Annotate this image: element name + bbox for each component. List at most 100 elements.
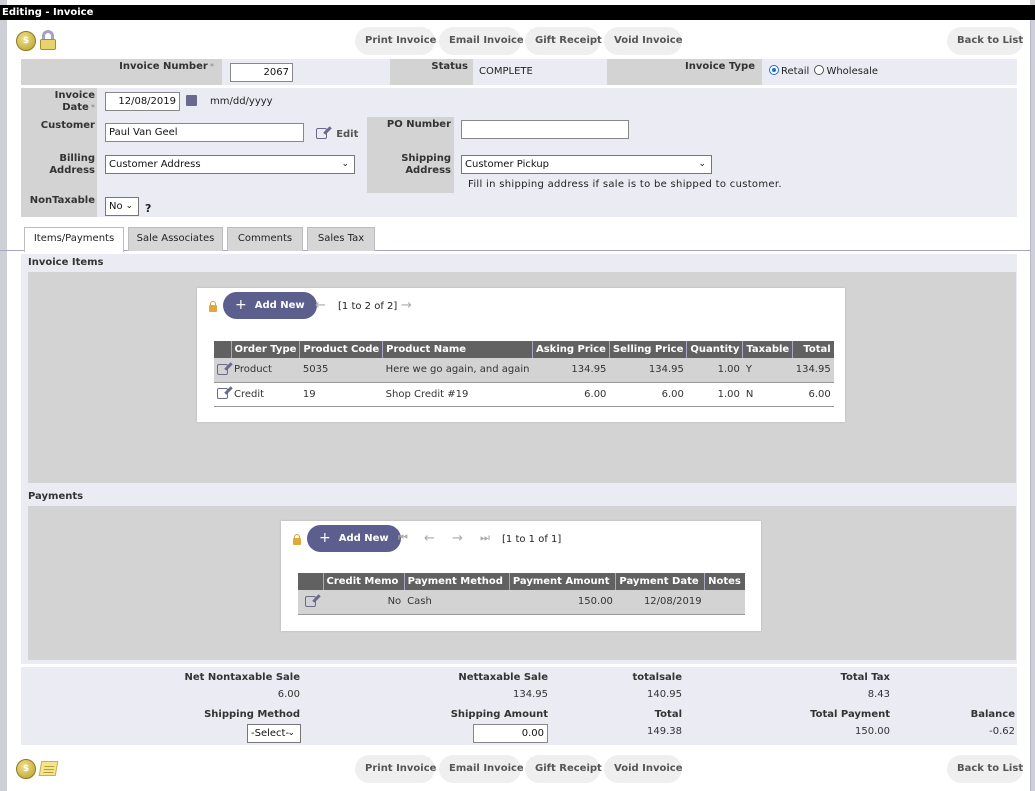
column-header[interactable]: Asking Price xyxy=(531,341,610,358)
customer-label: Customer xyxy=(40,120,95,131)
table-header-row: Credit Memo Payment Method Payment Amoun… xyxy=(298,573,745,590)
column-header[interactable]: Order Type xyxy=(230,341,300,358)
total-label: Total xyxy=(654,709,682,720)
tab-sales-tax[interactable]: Sales Tax xyxy=(307,227,375,251)
email-invoice-button-bottom[interactable]: Email Invoice xyxy=(439,755,524,783)
nontaxable-select[interactable]: No ⌄ xyxy=(105,197,139,216)
shipping-method-label: Shipping Method xyxy=(204,709,300,720)
total-value: 149.38 xyxy=(647,726,682,737)
edit-row-icon[interactable] xyxy=(217,388,228,399)
edit-row-icon[interactable] xyxy=(305,595,316,607)
cell-payment-date: 12/08/2019 xyxy=(615,590,705,615)
notes-icon[interactable] xyxy=(38,761,59,776)
radio-selected-icon[interactable] xyxy=(769,65,779,75)
refresh-coin-icon[interactable]: $ xyxy=(16,31,36,51)
help-icon[interactable]: ? xyxy=(145,202,151,215)
calendar-icon[interactable] xyxy=(186,95,197,106)
column-header[interactable]: Payment Method xyxy=(403,573,510,590)
prev-page-icon[interactable]: ← xyxy=(315,298,326,313)
shipping-amount-input[interactable]: 0.00 xyxy=(473,724,548,743)
invoice-number-input[interactable]: 2067 xyxy=(230,63,293,82)
radio-retail-label: Retail xyxy=(781,66,810,77)
required-marker: * xyxy=(90,103,95,112)
tab-comments[interactable]: Comments xyxy=(227,227,303,251)
print-invoice-button-bottom[interactable]: Print Invoice xyxy=(355,755,436,783)
window-title: Editing - Invoice xyxy=(0,5,1035,20)
tab-sale-associates[interactable]: Sale Associates xyxy=(128,227,223,251)
invoice-items-table: Order Type Product Code Product Name Ask… xyxy=(214,341,834,407)
add-payment-button[interactable]: + Add New xyxy=(307,525,401,552)
table-row[interactable]: Credit 19 Shop Credit #19 6.00 6.00 1.00… xyxy=(214,382,834,407)
cell-payment-amount: 150.00 xyxy=(509,590,616,615)
print-invoice-button[interactable]: Print Invoice xyxy=(355,27,436,55)
tab-items-payments[interactable]: Items/Payments xyxy=(24,227,124,252)
customer-input[interactable]: Paul Van Geel xyxy=(105,123,304,142)
gift-receipt-button[interactable]: Gift Receipt xyxy=(525,27,602,55)
cell-quantity: 1.00 xyxy=(686,382,743,407)
column-header[interactable]: Selling Price xyxy=(608,341,687,358)
prev-page-icon[interactable]: ← xyxy=(424,531,435,546)
table-row[interactable]: No Cash 150.00 12/08/2019 xyxy=(298,590,745,615)
column-header[interactable]: Payment Amount xyxy=(508,573,616,590)
add-invoice-item-button[interactable]: + Add New xyxy=(223,292,317,319)
email-invoice-button[interactable]: Email Invoice xyxy=(439,27,524,55)
shipping-method-select[interactable]: -Select- ⌄ xyxy=(247,724,301,743)
billing-address-value: Customer Address xyxy=(109,159,201,170)
shipping-label-line1: Shipping xyxy=(401,153,451,164)
refresh-coin-icon[interactable]: $ xyxy=(16,759,36,779)
column-header-edit xyxy=(298,573,323,590)
plus-icon: + xyxy=(235,297,247,313)
cell-taxable: Y xyxy=(742,358,793,383)
cell-selling-price: 6.00 xyxy=(609,382,687,407)
next-page-icon[interactable]: → xyxy=(401,298,412,313)
void-invoice-button[interactable]: Void Invoice xyxy=(604,27,683,55)
back-to-list-button-bottom[interactable]: Back to List xyxy=(947,755,1023,783)
vertical-scrollbar[interactable] xyxy=(1030,20,1035,791)
edit-icon xyxy=(316,128,327,139)
radio-unselected-icon[interactable] xyxy=(814,65,825,75)
column-header[interactable]: Total xyxy=(792,341,834,358)
billing-label-line2: Address xyxy=(49,165,95,176)
back-to-list-button[interactable]: Back to List xyxy=(947,27,1023,55)
radio-wholesale-label: Wholesale xyxy=(826,66,878,77)
column-header[interactable]: Taxable xyxy=(742,341,793,358)
status-value: COMPLETE xyxy=(479,66,533,77)
table-row[interactable]: Product 5035 Here we go again, and again… xyxy=(214,358,834,383)
invoice-type-label: Invoice Type xyxy=(685,61,755,72)
chevron-down-icon: ⌄ xyxy=(341,159,349,169)
radio-wholesale[interactable]: Wholesale xyxy=(814,65,878,77)
net-taxable-value: 134.95 xyxy=(513,689,548,700)
invoice-date-input[interactable]: 12/08/2019 xyxy=(105,92,180,111)
chevron-down-icon: ⌄ xyxy=(287,728,295,738)
lock-edit-icon[interactable] xyxy=(39,30,57,50)
total-tax-label: Total Tax xyxy=(840,672,890,683)
cell-order-type: Product xyxy=(231,358,300,383)
last-page-icon[interactable]: ⏭ xyxy=(480,531,490,545)
void-invoice-button-bottom[interactable]: Void Invoice xyxy=(604,755,683,783)
column-header[interactable]: Quantity xyxy=(686,341,743,358)
shipping-address-select[interactable]: Customer Pickup ⌄ xyxy=(461,155,712,174)
po-number-input[interactable] xyxy=(461,120,629,139)
radio-retail[interactable]: Retail xyxy=(769,65,810,77)
edit-row-icon[interactable] xyxy=(217,363,228,375)
billing-address-select[interactable]: Customer Address ⌄ xyxy=(105,155,355,174)
invoice-number-label: Invoice Number * xyxy=(21,61,214,73)
column-header[interactable]: Product Code xyxy=(299,341,383,358)
cell-product-name: Shop Credit #19 xyxy=(382,382,533,407)
column-header[interactable]: Payment Date xyxy=(615,573,705,590)
plus-icon: + xyxy=(319,530,331,546)
invoice-number-label-text: Invoice Number xyxy=(119,61,208,72)
column-header[interactable]: Credit Memo xyxy=(322,573,405,590)
column-header[interactable]: Notes xyxy=(704,573,745,590)
date-format-hint: mm/dd/yyyy xyxy=(210,96,273,107)
net-nontaxable-label: Net Nontaxable Sale xyxy=(184,672,300,683)
first-page-icon[interactable]: ⏮ xyxy=(398,531,408,545)
gift-receipt-button-bottom[interactable]: Gift Receipt xyxy=(525,755,602,783)
next-page-icon[interactable]: → xyxy=(452,531,463,546)
items-pager: [1 to 2 of 2] xyxy=(338,301,398,312)
invoice-date-label: Invoice Date * xyxy=(21,90,95,114)
column-header[interactable]: Product Name xyxy=(382,341,533,358)
billing-address-label: Billing Address xyxy=(21,153,95,177)
edit-customer-button[interactable]: Edit xyxy=(316,128,358,140)
cell-credit-memo: No xyxy=(323,590,405,615)
